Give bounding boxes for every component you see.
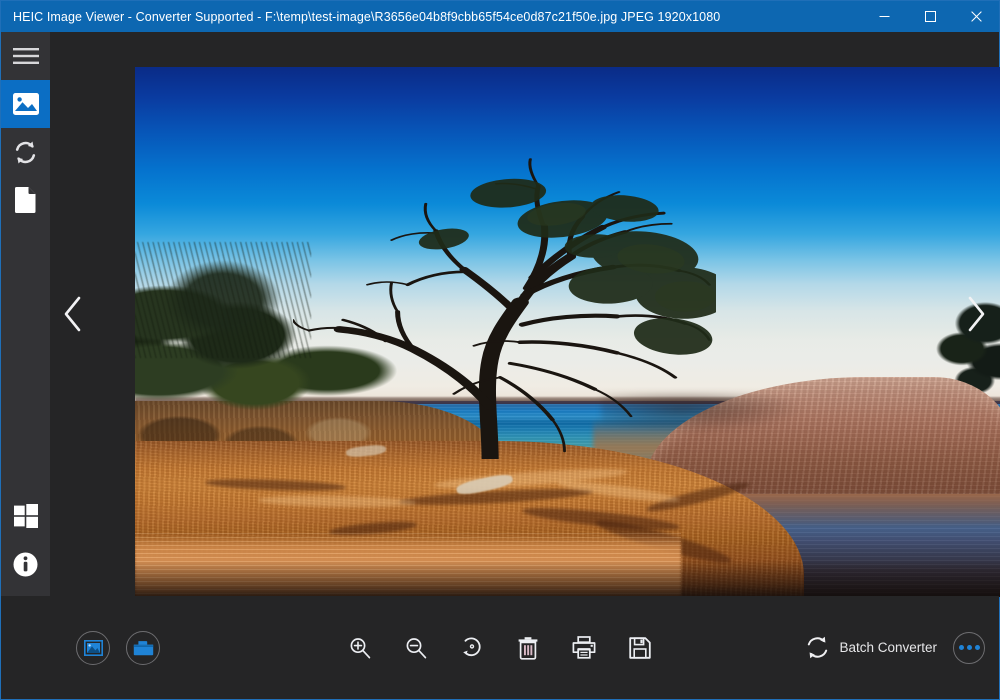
print-button[interactable] — [569, 633, 599, 663]
open-folder-button[interactable] — [126, 630, 160, 665]
sidebar-item-menu[interactable] — [1, 32, 50, 80]
window-title: HEIC Image Viewer - Converter Supported … — [13, 9, 721, 24]
window-body — [1, 32, 1000, 597]
close-icon — [970, 11, 982, 22]
folder-icon — [133, 640, 153, 655]
ellipsis-icon-dot — [966, 645, 972, 650]
maximize-icon — [924, 11, 936, 22]
bottom-toolbar: Batch Converter — [1, 596, 999, 699]
ellipsis-icon-dot — [974, 645, 980, 650]
title-bar[interactable]: HEIC Image Viewer - Converter Supported … — [1, 1, 999, 32]
sidebar-item-about[interactable] — [1, 540, 50, 588]
minimize-icon — [879, 16, 889, 17]
window-controls — [861, 1, 999, 32]
image-viewer — [50, 32, 1000, 597]
sidebar-item-image[interactable] — [1, 80, 50, 128]
sync-icon — [808, 636, 828, 659]
hamburger-icon — [12, 48, 39, 64]
save-button[interactable] — [625, 633, 655, 663]
save-icon — [629, 636, 651, 659]
print-icon — [572, 636, 596, 659]
sidebar-item-convert[interactable] — [1, 128, 50, 176]
chevron-left-icon — [64, 296, 81, 332]
toolbar-left-group — [1, 630, 160, 665]
chevron-right-icon — [968, 296, 985, 332]
sidebar-item-windows-store[interactable] — [1, 492, 50, 540]
maximize-button[interactable] — [907, 1, 953, 32]
image-icon — [12, 93, 39, 115]
previous-image-button[interactable] — [50, 32, 96, 596]
windows-icon — [13, 504, 38, 528]
document-icon — [15, 187, 36, 213]
rotate-icon — [463, 637, 481, 656]
zoom-in-icon — [350, 637, 371, 658]
toolbar-right-group: Batch Converter — [799, 631, 999, 664]
batch-converter-button[interactable]: Batch Converter — [799, 631, 943, 664]
picture-icon — [83, 639, 103, 656]
minimize-button[interactable] — [861, 1, 907, 32]
application-window: HEIC Image Viewer - Converter Supported … — [0, 0, 1000, 700]
sidebar-item-document[interactable] — [1, 176, 50, 224]
photo-grass-tree — [135, 241, 311, 359]
batch-converter-label: Batch Converter — [839, 640, 937, 655]
rotate-button[interactable] — [457, 633, 487, 663]
zoom-in-button[interactable] — [345, 633, 375, 663]
zoom-out-icon — [406, 637, 427, 658]
next-image-button[interactable] — [953, 32, 999, 596]
trash-icon — [518, 636, 538, 660]
open-image-button[interactable] — [76, 630, 110, 665]
more-options-button[interactable] — [953, 631, 985, 664]
ellipsis-icon-dot — [958, 645, 964, 650]
close-button[interactable] — [953, 1, 999, 32]
displayed-image[interactable] — [135, 67, 1000, 597]
zoom-out-button[interactable] — [401, 633, 431, 663]
delete-button[interactable] — [513, 633, 543, 663]
info-icon — [13, 552, 38, 576]
photo-main-tree — [293, 131, 716, 460]
sidebar — [1, 32, 50, 596]
refresh-icon — [15, 141, 36, 163]
photo-bottom-vignette — [135, 559, 1000, 597]
